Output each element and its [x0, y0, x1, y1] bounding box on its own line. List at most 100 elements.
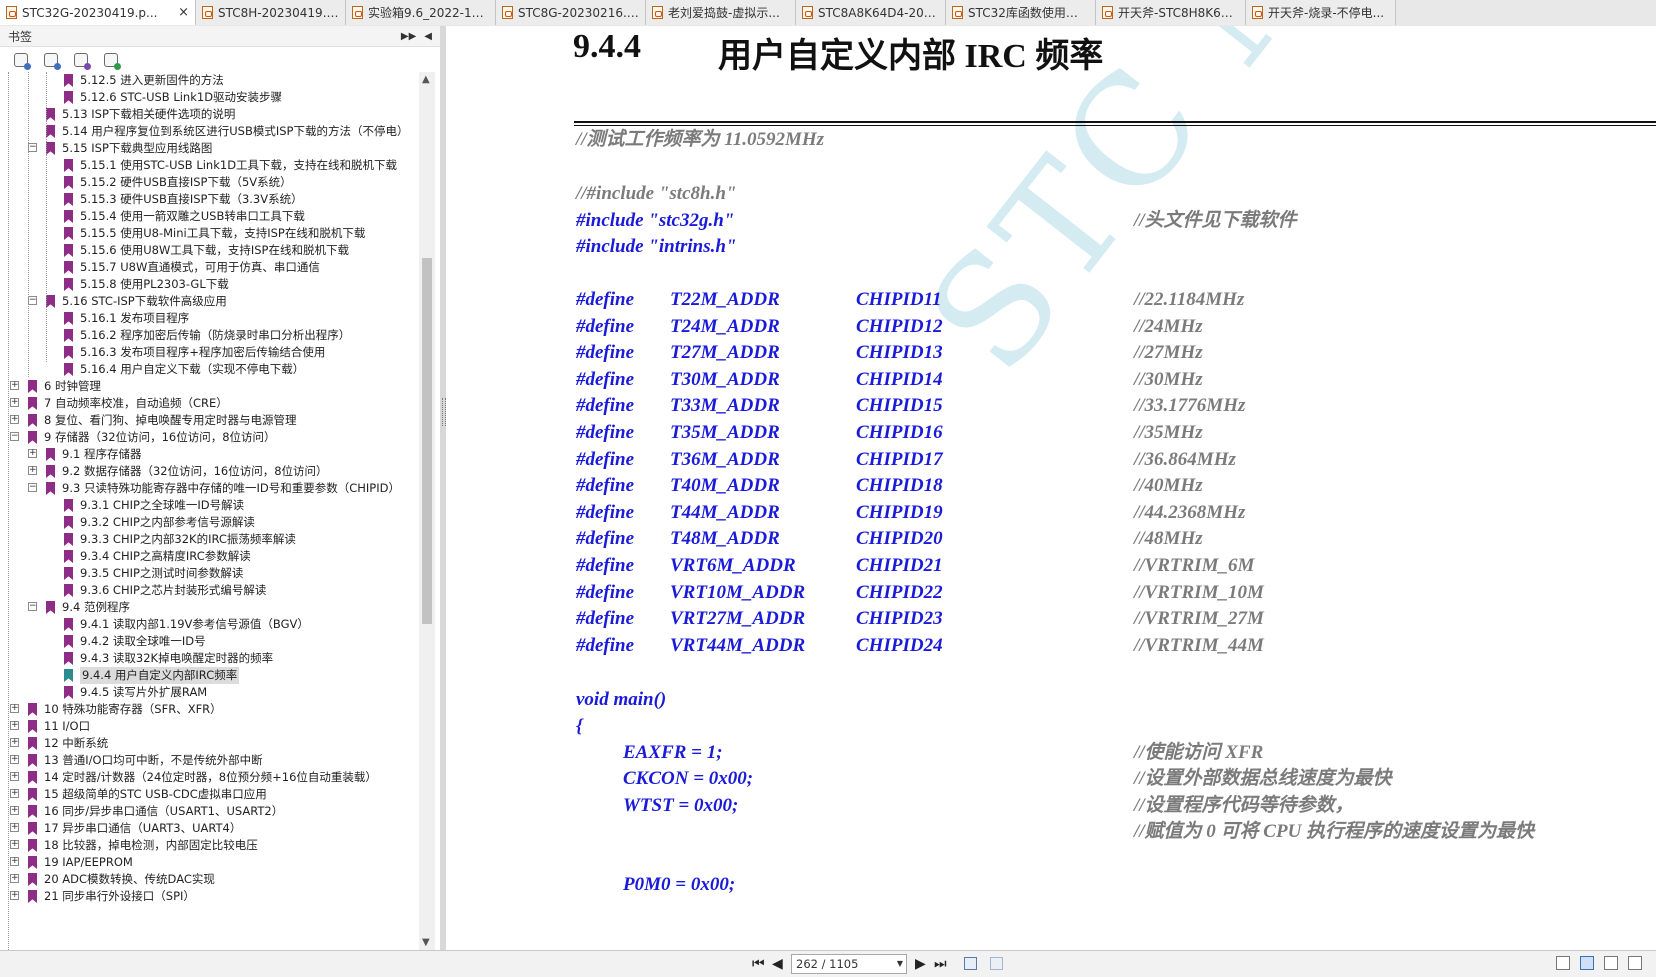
bookmark-item[interactable]: 5.16.3 发布项目程序+程序加密后传输结合使用 — [0, 344, 418, 361]
bookmark-item[interactable]: +14 定时器/计数器（24位定时器，8位预分频+16位自动重装载） — [0, 769, 418, 786]
expand-icon[interactable]: + — [10, 755, 19, 764]
tab[interactable]: STC32G-20230419.p... × — [0, 0, 196, 25]
bookmark-item[interactable]: 5.16.4 用户自定义下载（实现不停电下载） — [0, 361, 418, 378]
expand-icon[interactable]: + — [10, 772, 19, 781]
page-number-field[interactable]: 262 / 1105 ▼ — [791, 954, 907, 974]
tab[interactable]: 开天斧-STC8H8K64... — [1096, 0, 1246, 25]
expand-icon[interactable]: + — [10, 789, 19, 798]
bookmark-item[interactable]: +8 复位、看门狗、掉电唤醒专用定时器与电源管理 — [0, 412, 418, 429]
bookmark-item[interactable]: +15 超级简单的STC USB-CDC虚拟串口应用 — [0, 786, 418, 803]
tab[interactable]: 开天斧-烧录-不停电... — [1246, 0, 1396, 25]
tab[interactable]: STC8G-20230216.p... — [496, 0, 646, 25]
bookmark-item[interactable]: +9.1 程序存储器 — [0, 446, 418, 463]
bookmark-item[interactable]: 5.14 用户程序复位到系统区进行USB模式ISP下载的方法（不停电） — [0, 123, 418, 140]
expand-icon[interactable]: + — [10, 840, 19, 849]
bookmark-item[interactable]: 5.13 ISP下载相关硬件选项的说明 — [0, 106, 418, 123]
bookmark-options-icon[interactable] — [74, 53, 91, 70]
expand-icon[interactable]: + — [10, 721, 19, 730]
bookmark-item[interactable]: +18 比较器，掉电检测，内部固定比较电压 — [0, 837, 418, 854]
bookmark-item[interactable]: − 5.16 STC-ISP下载软件高级应用 — [0, 293, 418, 310]
bookmark-item[interactable]: 9.3.4 CHIP之高精度IRC参数解读 — [0, 548, 418, 565]
tab[interactable]: STC8H-20230419.p... — [196, 0, 346, 25]
collapse-icon[interactable]: − — [28, 483, 37, 492]
collapse-icon[interactable]: − — [28, 296, 37, 305]
expand-icon[interactable]: + — [10, 891, 19, 900]
bookmark-item[interactable]: 9.3.2 CHIP之内部参考信号源解读 — [0, 514, 418, 531]
scrollbar-thumb[interactable] — [422, 258, 432, 624]
expand-icon[interactable]: + — [10, 874, 19, 883]
expand-icon[interactable]: + — [10, 381, 19, 390]
expand-icon[interactable]: + — [10, 398, 19, 407]
bookmark-item[interactable]: +12 中断系统 — [0, 735, 418, 752]
bookmark-item[interactable]: 5.15.8 使用PL2303-GL下载 — [0, 276, 418, 293]
collapse-icon[interactable]: − — [28, 143, 37, 152]
prev-page-icon[interactable]: ◀ — [772, 956, 783, 972]
bookmark-item[interactable]: 5.16.1 发布项目程序 — [0, 310, 418, 327]
add-bookmark-icon[interactable] — [104, 53, 121, 70]
next-view-icon[interactable] — [990, 957, 1003, 970]
panel-collapse-icon[interactable]: ◀ — [424, 31, 432, 42]
tab[interactable]: STC32库函数使用说... — [946, 0, 1096, 25]
bookmark-item[interactable]: 9.4.4 用户自定义内部IRC频率 — [0, 667, 418, 684]
expand-icon[interactable]: + — [28, 466, 37, 475]
bookmark-item[interactable]: 5.15.4 使用一箭双雕之USB转串口工具下载 — [0, 208, 418, 225]
bookmark-item[interactable]: 9.4.2 读取全球唯一ID号 — [0, 633, 418, 650]
bookmark-item[interactable]: +10 特殊功能寄存器（SFR、XFR） — [0, 701, 418, 718]
bookmark-item[interactable]: +7 自动频率校准，自动追频（CRE） — [0, 395, 418, 412]
bookmark-item[interactable]: 5.15.1 使用STC-USB Link1D工具下载，支持在线和脱机下载 — [0, 157, 418, 174]
bookmark-item[interactable]: 5.15.2 硬件USB直接ISP下载（5V系统） — [0, 174, 418, 191]
bookmark-item[interactable]: +21 同步串行外设接口（SPI） — [0, 888, 418, 905]
bookmark-item[interactable]: 5.12.6 STC-USB Link1D驱动安装步骤 — [0, 89, 418, 106]
close-icon[interactable]: × — [174, 5, 189, 20]
bookmark-item[interactable]: 5.15.7 U8W直通模式，可用于仿真、串口通信 — [0, 259, 418, 276]
bookmark-item[interactable]: 9.4.5 读写片外扩展RAM — [0, 684, 418, 701]
expand-icon[interactable]: + — [10, 704, 19, 713]
chevron-down-icon[interactable]: ▼ — [897, 955, 903, 973]
prev-view-icon[interactable] — [964, 957, 977, 970]
bookmark-item[interactable]: 5.16.2 程序加密后传输（防烧录时串口分析出程序） — [0, 327, 418, 344]
bookmark-item[interactable]: 9.3.3 CHIP之内部32K的IRC振荡频率解读 — [0, 531, 418, 548]
last-page-icon[interactable]: ⏭ — [934, 956, 947, 972]
bookmark-item[interactable]: − 5.15 ISP下载典型应用线路图 — [0, 140, 418, 157]
bookmark-item[interactable]: − 9.4 范例程序 — [0, 599, 418, 616]
bookmark-item[interactable]: +11 I/O口 — [0, 718, 418, 735]
bookmark-item[interactable]: 9.3.6 CHIP之芯片封装形式编号解读 — [0, 582, 418, 599]
bookmark-item[interactable]: +20 ADC模数转换、传统DAC实现 — [0, 871, 418, 888]
continuous-view-icon[interactable] — [1580, 956, 1594, 970]
expand-bookmark-icon[interactable] — [14, 53, 31, 70]
bookmark-item[interactable]: 5.15.3 硬件USB直接ISP下载（3.3V系统） — [0, 191, 418, 208]
cover-view-icon[interactable] — [1628, 956, 1642, 970]
expand-icon[interactable]: + — [10, 857, 19, 866]
single-page-view-icon[interactable] — [1556, 956, 1570, 970]
expand-icon[interactable]: + — [10, 806, 19, 815]
bookmark-item[interactable]: +13 普通I/O口均可中断，不是传统外部中断 — [0, 752, 418, 769]
collapse-icon[interactable]: − — [28, 602, 37, 611]
find-bookmark-icon[interactable] — [44, 53, 61, 70]
tab[interactable]: STC8A8K64D4-202... — [796, 0, 946, 25]
bookmark-item[interactable]: − 9 存储器（32位访问，16位访问，8位访问） — [0, 429, 418, 446]
bookmark-item[interactable]: +16 同步/异步串口通信（USART1、USART2） — [0, 803, 418, 820]
bookmark-item[interactable]: 9.4.3 读取32K掉电唤醒定时器的频率 — [0, 650, 418, 667]
bookmark-item[interactable]: +9.2 数据存储器（32位访问，16位访问，8位访问） — [0, 463, 418, 480]
facing-view-icon[interactable] — [1604, 956, 1618, 970]
tab[interactable]: 实验箱9.6_2022-12-... — [346, 0, 496, 25]
bookmarks-scrollbar[interactable]: ▲ ▼ — [419, 72, 435, 950]
next-page-icon[interactable]: ▶ — [915, 956, 926, 972]
bookmark-item[interactable]: 9.3.1 CHIP之全球唯一ID号解读 — [0, 497, 418, 514]
expand-icon[interactable]: + — [10, 738, 19, 747]
collapse-icon[interactable]: − — [10, 432, 19, 441]
bookmark-item[interactable]: 5.12.5 进入更新固件的方法 — [0, 72, 418, 89]
expand-icon[interactable]: + — [28, 449, 37, 458]
first-page-icon[interactable]: ⏮ — [752, 956, 765, 972]
expand-icon[interactable]: + — [10, 823, 19, 832]
bookmark-item[interactable]: +6 时钟管理 — [0, 378, 418, 395]
tab[interactable]: 老刘爱捣鼓-虚拟示... — [646, 0, 796, 25]
bookmark-item[interactable]: +17 异步串口通信（UART3、UART4） — [0, 820, 418, 837]
expand-icon[interactable]: + — [10, 415, 19, 424]
bookmark-item[interactable]: 5.15.5 使用U8-Mini工具下载，支持ISP在线和脱机下载 — [0, 225, 418, 242]
scroll-down-icon[interactable]: ▼ — [422, 937, 430, 948]
bookmark-item[interactable]: +19 IAP/EEPROM — [0, 854, 418, 871]
bookmark-item[interactable]: 9.3.5 CHIP之测试时间参数解读 — [0, 565, 418, 582]
panel-expand-icon[interactable]: ▶▶ — [401, 31, 416, 42]
scroll-up-icon[interactable]: ▲ — [422, 74, 430, 85]
